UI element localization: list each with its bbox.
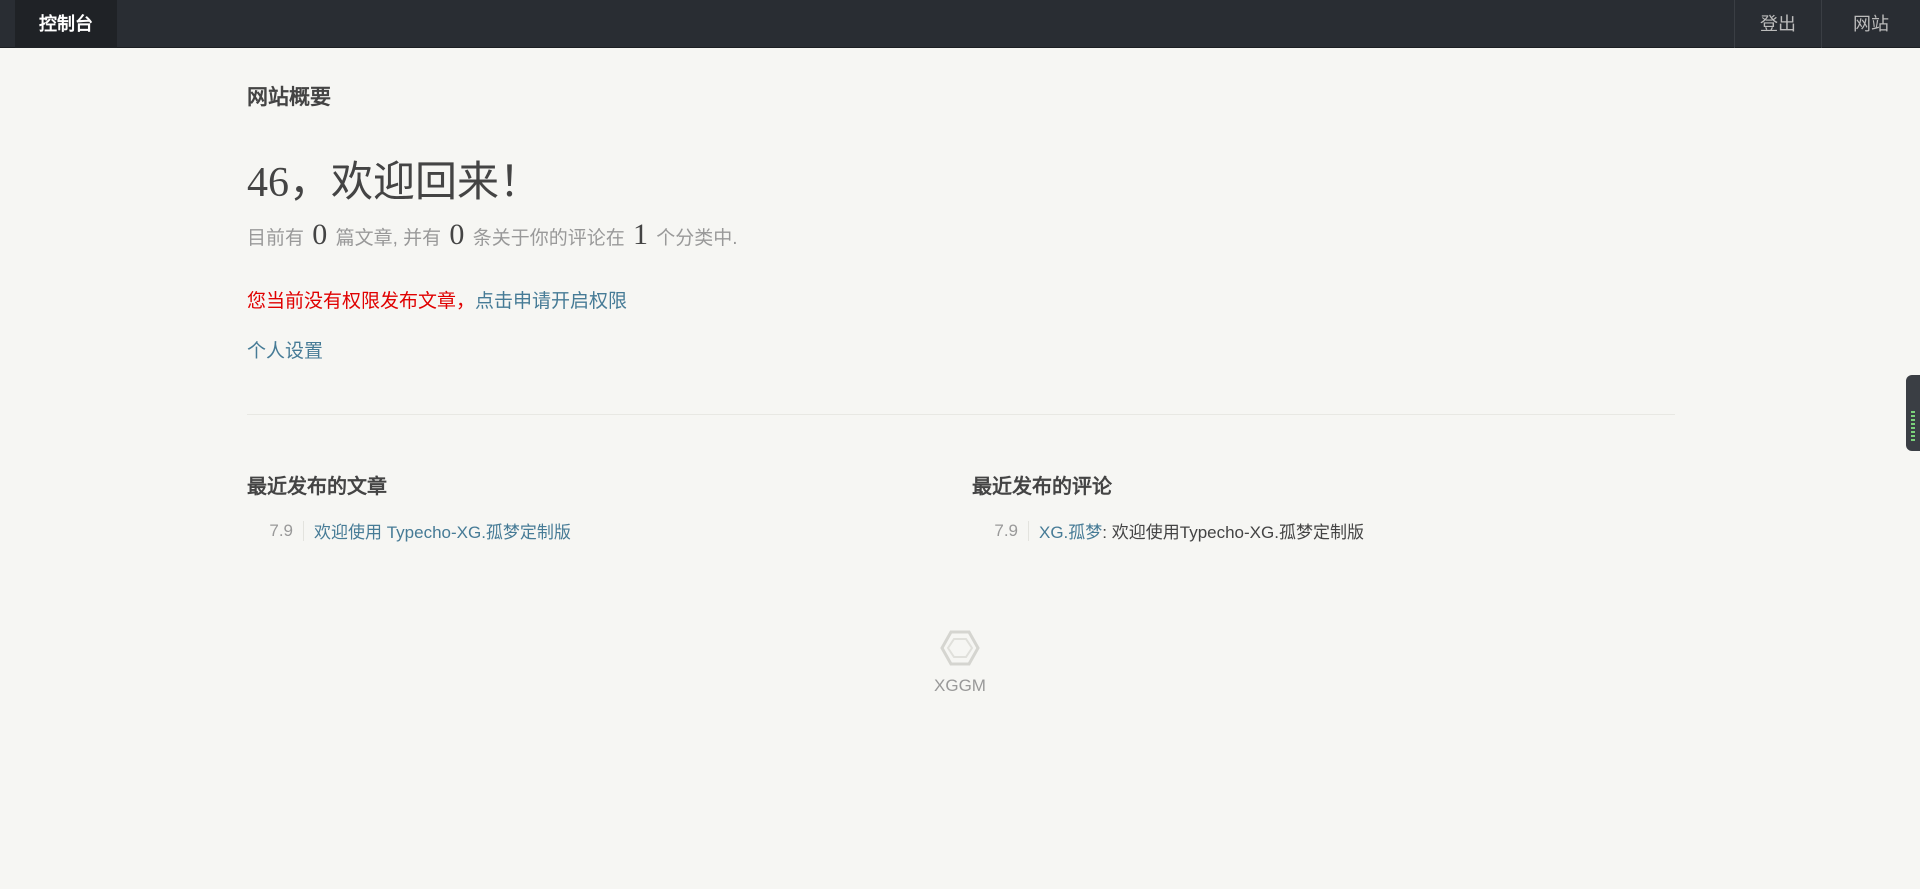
categories-count: 1 <box>633 218 648 251</box>
side-panel-handle[interactable] <box>1906 375 1920 451</box>
logout-link[interactable]: 登出 <box>1734 0 1821 48</box>
profile-settings-link[interactable]: 个人设置 <box>247 336 323 363</box>
comments-count: 0 <box>449 218 465 251</box>
stats-suffix: 个分类中. <box>656 228 738 249</box>
post-title-link[interactable]: 欢迎使用 Typecho-XG.孤梦定制版 <box>314 518 571 543</box>
recent-posts-heading: 最近发布的文章 <box>247 476 387 498</box>
top-navbar: 控制台 登出 网站 <box>0 0 1920 48</box>
comment-author-link[interactable]: XG.孤梦 <box>1039 518 1102 543</box>
post-date: 7.9 <box>247 520 304 541</box>
side-handle-indicator <box>1911 411 1915 441</box>
recent-posts-section: 最近发布的文章 7.9 欢迎使用 Typecho-XG.孤梦定制版 <box>247 470 947 542</box>
permission-warning: 您当前没有权限发布文章，点击申请开启权限 <box>247 286 627 313</box>
comment-text: : 欢迎使用Typecho-XG.孤梦定制版 <box>1102 523 1364 542</box>
recent-comments-heading: 最近发布的评论 <box>972 476 1112 498</box>
stats-prefix: 目前有 <box>247 228 305 249</box>
comment-date: 7.9 <box>972 520 1029 541</box>
list-item: 7.9 欢迎使用 Typecho-XG.孤梦定制版 <box>247 518 571 543</box>
list-item: 7.9 XG.孤梦: 欢迎使用Typecho-XG.孤梦定制版 <box>972 518 1364 543</box>
footer: XGGM <box>0 630 1920 696</box>
permission-warning-text: 您当前没有权限发布文章， <box>247 291 476 312</box>
stats-mid1: 篇文章, 并有 <box>335 228 442 249</box>
divider <box>247 414 1675 415</box>
site-stats: 目前有 0 篇文章, 并有 0 条关于你的评论在 1 个分类中. <box>247 218 738 252</box>
console-tab[interactable]: 控制台 <box>15 0 117 48</box>
topbar-right-menu: 登出 网站 <box>1734 0 1920 48</box>
site-link[interactable]: 网站 <box>1821 0 1920 48</box>
welcome-heading: 46，欢迎回来！ <box>247 160 542 206</box>
page-title: 网站概要 <box>247 86 331 109</box>
recent-comments-section: 最近发布的评论 7.9 XG.孤梦: 欢迎使用Typecho-XG.孤梦定制版 <box>972 470 1672 542</box>
typecho-logo-icon[interactable] <box>940 630 980 666</box>
request-permission-link[interactable]: 点击申请开启权限 <box>475 291 627 312</box>
stats-mid2: 条关于你的评论在 <box>472 228 625 249</box>
footer-brand: XGGM <box>934 676 986 695</box>
posts-count: 0 <box>312 218 328 251</box>
